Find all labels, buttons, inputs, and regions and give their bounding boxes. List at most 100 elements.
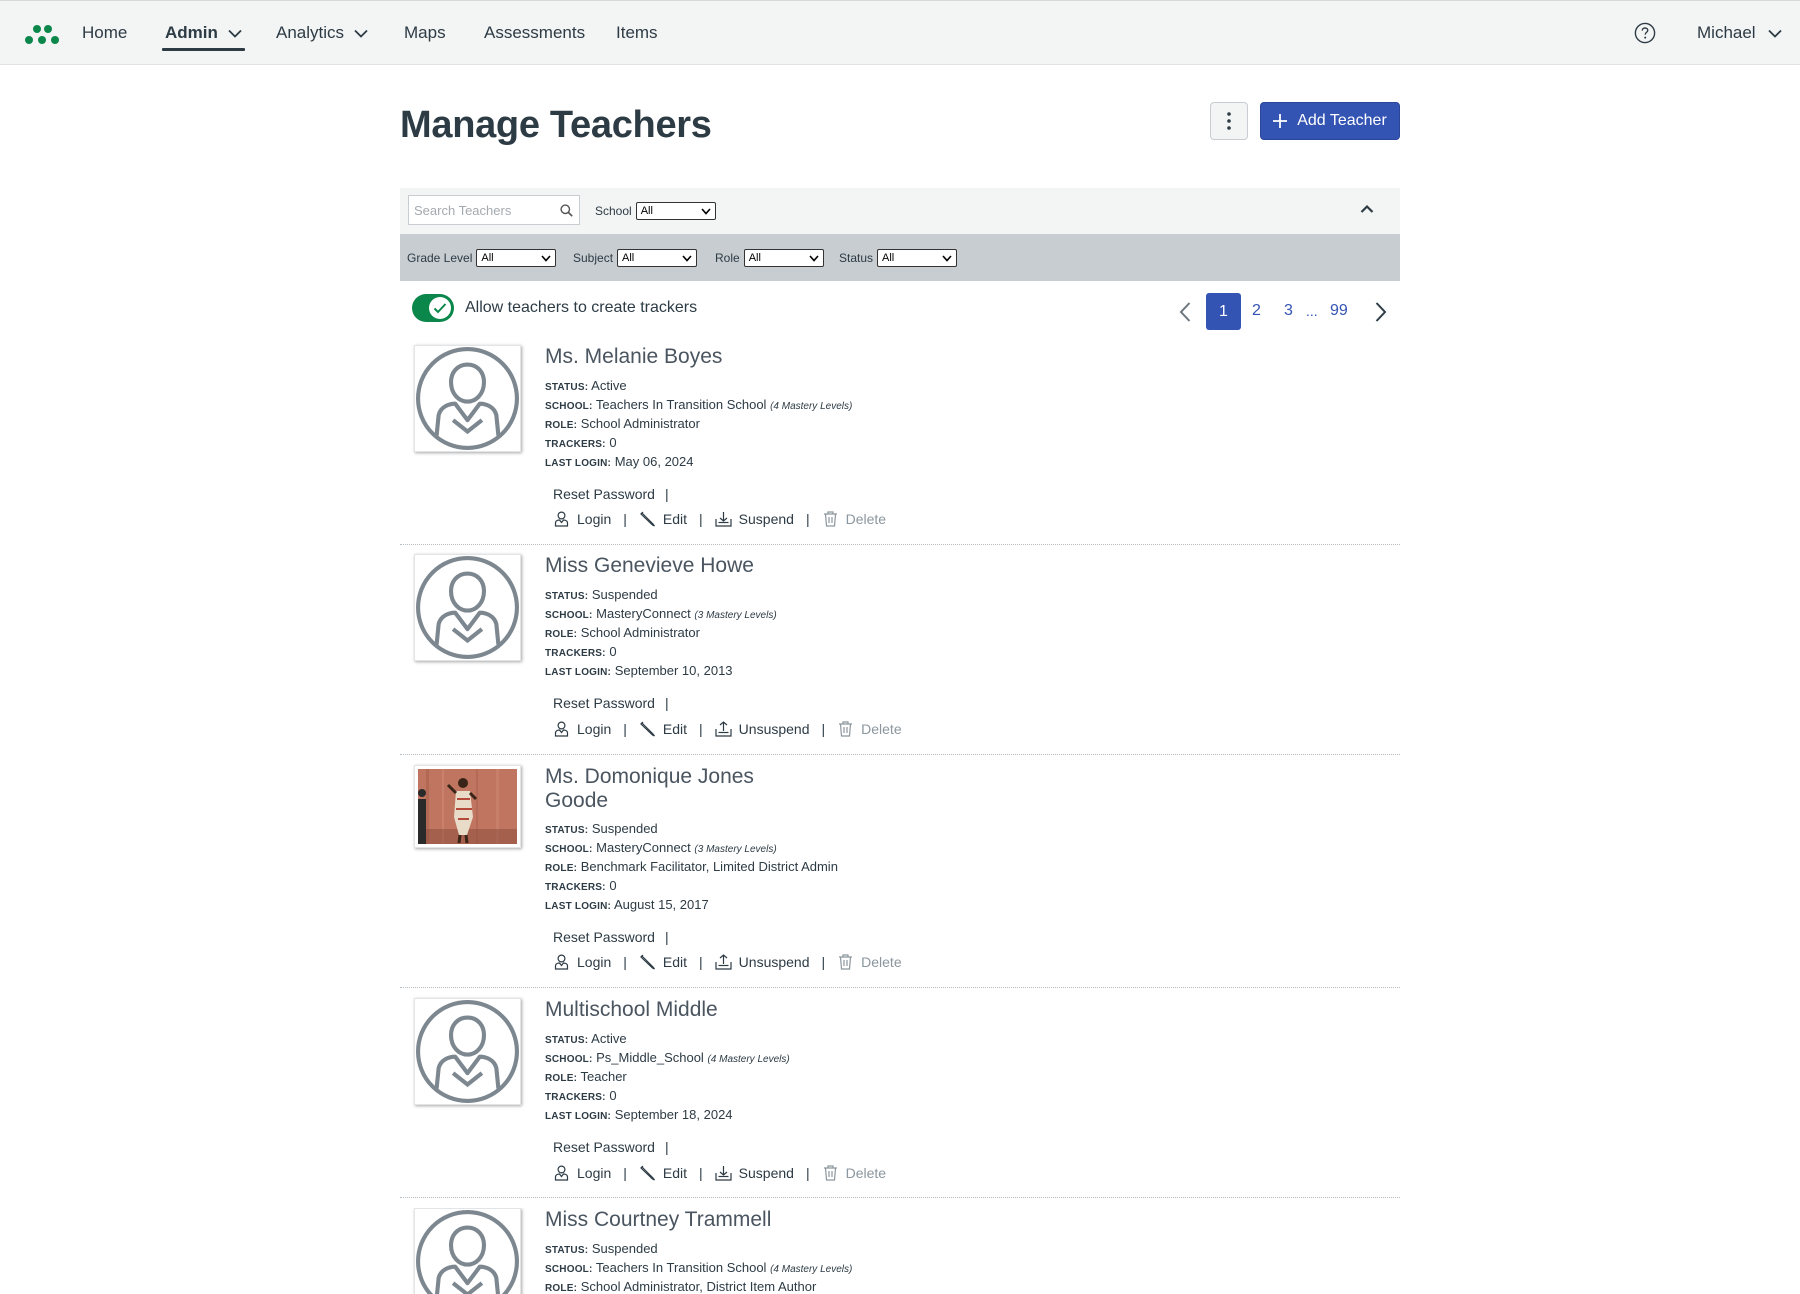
role-key: ROLE:: [545, 863, 578, 874]
school-filter-label: School: [595, 204, 632, 218]
avatar: [414, 1208, 521, 1294]
more-options-button[interactable]: [1210, 102, 1248, 140]
pagination-current-page[interactable]: 1: [1206, 293, 1241, 330]
separator: |: [623, 720, 627, 737]
teacher-last-login: LAST LOGIN: May 06, 2024: [545, 454, 694, 469]
status-filter: Status All: [839, 249, 958, 267]
school-key: SCHOOL:: [545, 1054, 593, 1065]
role-key: ROLE:: [545, 1073, 578, 1084]
separator: |: [664, 929, 669, 945]
teacher-name[interactable]: Ms. Domonique Jones Goode: [545, 765, 775, 813]
edit-action[interactable]: Edit: [639, 953, 687, 970]
chevron-up-icon[interactable]: [1360, 204, 1374, 214]
delete-action[interactable]: Delete: [837, 953, 902, 970]
mastery-levels: (3 Mastery Levels): [694, 844, 777, 855]
edit-action[interactable]: Edit: [639, 720, 687, 737]
pagination-page[interactable]: 3: [1284, 302, 1293, 320]
reset-password-row: Reset Password |: [553, 1139, 669, 1155]
suspend-action[interactable]: Suspend: [715, 1164, 794, 1181]
nav-assessments[interactable]: Assessments: [484, 1, 585, 65]
pagination-last-page[interactable]: 99: [1330, 302, 1348, 320]
nav-admin[interactable]: Admin: [162, 1, 245, 65]
delete-action[interactable]: Delete: [837, 720, 902, 737]
add-teacher-button[interactable]: Add Teacher: [1260, 102, 1400, 140]
teacher-trackers: TRACKERS: 0: [545, 644, 617, 659]
grade-level-select-value: All: [481, 252, 494, 264]
pencil-icon: [640, 954, 655, 970]
status-value: Active: [591, 1031, 627, 1046]
nav-analytics[interactable]: Analytics: [276, 1, 368, 65]
reset-password-row: Reset Password |: [553, 486, 669, 502]
role-value: Benchmark Facilitator, Limited District …: [580, 859, 838, 874]
teacher-status: STATUS: Suspended: [545, 821, 658, 836]
nav-home[interactable]: Home: [82, 1, 127, 65]
pagination-ellipsis: ...: [1306, 303, 1318, 319]
chevron-down-icon: [682, 254, 692, 262]
teacher-name[interactable]: Miss Courtney Trammell: [545, 1208, 775, 1232]
separator: |: [623, 953, 627, 970]
chevron-down-icon: [228, 29, 242, 38]
school-key: SCHOOL:: [545, 610, 593, 621]
teacher-name[interactable]: Ms. Melanie Boyes: [545, 345, 775, 369]
row-divider: [400, 544, 1400, 545]
chevron-down-icon: [541, 254, 551, 262]
reset-password-link[interactable]: Reset Password: [553, 695, 655, 711]
subject-filter-label: Subject: [573, 251, 614, 265]
role-key: ROLE:: [545, 629, 578, 640]
login-action[interactable]: Login: [553, 953, 611, 970]
delete-action[interactable]: Delete: [822, 510, 886, 527]
login-action[interactable]: Login: [553, 720, 611, 737]
trackers-value: 0: [609, 878, 617, 893]
last-login-key: LAST LOGIN:: [545, 458, 612, 469]
status-value: Suspended: [591, 1241, 658, 1256]
role-key: ROLE:: [545, 420, 578, 431]
unsuspend-action[interactable]: Unsuspend: [715, 953, 810, 970]
school-select[interactable]: All: [635, 202, 716, 220]
unsuspend-action[interactable]: Unsuspend: [715, 720, 810, 737]
active-tab-underline: [162, 48, 245, 51]
school-value: MasteryConnect: [596, 840, 691, 855]
grade-level-select[interactable]: All: [476, 249, 557, 267]
masteryconnect-logo-icon[interactable]: [22, 21, 62, 47]
login-action[interactable]: Login: [553, 1164, 611, 1181]
last-login-value: May 06, 2024: [614, 454, 694, 469]
login-action[interactable]: Login: [553, 510, 611, 527]
edit-action[interactable]: Edit: [639, 1164, 687, 1181]
search-field[interactable]: [408, 195, 580, 225]
teacher-photo: [418, 769, 517, 844]
upload-tray-icon: [715, 721, 732, 737]
nav-maps[interactable]: Maps: [404, 1, 446, 65]
reset-password-link[interactable]: Reset Password: [553, 1139, 655, 1155]
chevron-right-icon[interactable]: [1374, 301, 1388, 323]
create-trackers-toggle[interactable]: [412, 294, 454, 322]
role-select[interactable]: All: [743, 249, 824, 267]
suspend-label: Suspend: [738, 510, 794, 527]
teacher-name[interactable]: Multischool Middle: [545, 998, 775, 1022]
status-key: STATUS:: [545, 382, 589, 393]
reset-password-link[interactable]: Reset Password: [553, 929, 655, 945]
pagination-page[interactable]: 2: [1252, 302, 1261, 320]
mastery-levels: (4 Mastery Levels): [707, 1054, 790, 1065]
status-select-value: All: [882, 252, 895, 264]
teacher-name[interactable]: Miss Genevieve Howe: [545, 554, 775, 578]
row-divider: [400, 1197, 1400, 1198]
help-icon[interactable]: [1634, 22, 1656, 44]
nav-items[interactable]: Items: [616, 1, 658, 65]
login-label: Login: [577, 510, 612, 527]
suspend-action[interactable]: Suspend: [715, 510, 794, 527]
status-select[interactable]: All: [877, 249, 958, 267]
subject-select[interactable]: All: [617, 249, 698, 267]
search-input[interactable]: [409, 196, 549, 224]
login-label: Login: [577, 1164, 612, 1181]
reset-password-link[interactable]: Reset Password: [553, 486, 655, 502]
chevron-left-icon[interactable]: [1178, 301, 1192, 323]
reset-password-row: Reset Password |: [553, 695, 669, 711]
search-icon[interactable]: [560, 204, 573, 217]
user-placeholder-icon: [416, 347, 519, 450]
user-menu[interactable]: Michael: [1697, 1, 1782, 65]
create-trackers-label: Allow teachers to create trackers: [465, 299, 698, 316]
delete-action[interactable]: Delete: [822, 1164, 886, 1181]
teacher-status: STATUS: Active: [545, 378, 627, 393]
teacher-row: Miss Courtney Trammell STATUS: Suspended…: [400, 1208, 1400, 1294]
edit-action[interactable]: Edit: [639, 510, 687, 527]
